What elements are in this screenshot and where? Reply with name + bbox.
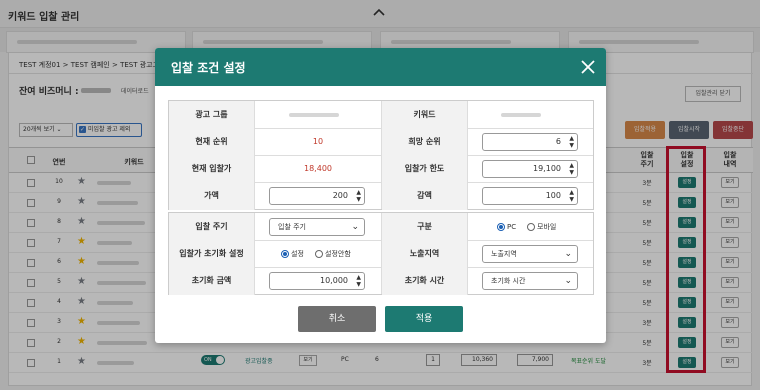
decrease-stepper[interactable]: 100 ▲ ▼ bbox=[482, 187, 578, 205]
stepper-arrows-icon[interactable]: ▲ ▼ bbox=[569, 135, 574, 149]
rank-bid-table: 광고 그룹 키워드 현재 순위 10 희망 순위 6 ▲ ▼ 현재 입찰가 18,4… bbox=[168, 100, 594, 210]
reset-amount-stepper[interactable]: 10,000 ▲ ▼ bbox=[269, 272, 365, 290]
device-radio-pc[interactable]: PC bbox=[497, 213, 516, 241]
ad-group-label: 광고 그룹 bbox=[169, 101, 255, 129]
device-pc-label: PC bbox=[507, 223, 517, 231]
bid-limit-value: 19,100 bbox=[533, 164, 561, 173]
increase-label: 가액 bbox=[169, 182, 255, 210]
exposure-value: 노출지역 bbox=[491, 250, 517, 258]
radio-icon bbox=[527, 223, 535, 231]
stepper-arrows-icon[interactable]: ▲ ▼ bbox=[356, 274, 361, 288]
reset-time-label: 초기화 시간 bbox=[382, 267, 468, 295]
current-bid-value: 18,400 bbox=[304, 164, 332, 173]
reset-off-label: 설정안함 bbox=[325, 250, 351, 258]
stepper-arrows-icon[interactable]: ▲ ▼ bbox=[569, 189, 574, 203]
target-rank-label: 희망 순위 bbox=[382, 128, 468, 156]
modal-header: 입찰 조건 설정 bbox=[155, 48, 606, 86]
radio-selected-icon bbox=[281, 250, 289, 258]
stepper-arrows-icon[interactable]: ▲ ▼ bbox=[356, 189, 361, 203]
current-rank-value: 10 bbox=[312, 137, 324, 146]
ad-group-value bbox=[289, 113, 339, 117]
reset-amount-label: 초기화 금액 bbox=[169, 267, 255, 295]
device-label: 구분 bbox=[382, 213, 468, 241]
bid-limit-label: 입찰가 한도 bbox=[382, 155, 468, 183]
device-mobile-label: 모바일 bbox=[537, 223, 557, 231]
close-icon[interactable] bbox=[580, 54, 596, 79]
reset-on-label: 설정 bbox=[291, 250, 304, 258]
chevron-down-icon: ⌄ bbox=[564, 249, 572, 259]
increase-value: 200 bbox=[332, 191, 348, 200]
keyword-label: 키워드 bbox=[382, 101, 468, 129]
target-rank-stepper[interactable]: 6 ▲ ▼ bbox=[482, 133, 578, 151]
stepper-arrows-icon[interactable]: ▲ ▼ bbox=[569, 162, 574, 176]
modal-title: 입찰 조건 설정 bbox=[171, 61, 246, 75]
device-radio-mobile[interactable]: 모바일 bbox=[527, 213, 556, 241]
decrease-label: 감액 bbox=[382, 182, 468, 210]
current-rank-label: 현재 순위 bbox=[169, 128, 255, 156]
options-table: 입찰 주기 입찰 주기 ⌄ 구분 PC 모바일 입찰가 초기화 설정 설정 설정안… bbox=[168, 212, 594, 295]
cycle-select[interactable]: 입찰 주기 ⌄ bbox=[269, 218, 365, 236]
current-bid-label: 현재 입찰가 bbox=[169, 155, 255, 183]
keyword-value bbox=[501, 113, 541, 117]
cancel-button[interactable]: 취소 bbox=[298, 306, 376, 332]
reset-radio-off[interactable]: 설정안함 bbox=[315, 240, 351, 268]
increase-stepper[interactable]: 200 ▲ ▼ bbox=[269, 187, 365, 205]
reset-time-select[interactable]: 초기화 시간 ⌄ bbox=[482, 272, 578, 290]
bid-limit-stepper[interactable]: 19,100 ▲ ▼ bbox=[482, 160, 578, 178]
apply-button[interactable]: 적용 bbox=[385, 306, 463, 332]
bid-condition-modal: 입찰 조건 설정 광고 그룹 키워드 현재 순위 10 희망 순위 6 ▲ ▼ 현재… bbox=[155, 48, 606, 343]
decrease-value: 100 bbox=[545, 191, 561, 200]
target-rank-value: 6 bbox=[555, 137, 561, 146]
page: 키워드 입찰 관리 TEST 계정01 > TEST 캠페인 > TEST 광고… bbox=[0, 0, 760, 390]
chevron-down-icon: ⌄ bbox=[564, 276, 572, 286]
cycle-value: 입찰 주기 bbox=[278, 223, 306, 231]
radio-selected-icon bbox=[497, 223, 505, 231]
reset-label: 입찰가 초기화 설정 bbox=[169, 240, 255, 268]
chevron-down-icon: ⌄ bbox=[351, 222, 359, 232]
exposure-label: 노출지역 bbox=[382, 240, 468, 268]
exposure-select[interactable]: 노출지역 ⌄ bbox=[482, 245, 578, 263]
reset-time-value: 초기화 시간 bbox=[491, 277, 526, 285]
cycle-label: 입찰 주기 bbox=[169, 213, 255, 241]
reset-amount-value: 10,000 bbox=[320, 276, 348, 285]
radio-icon bbox=[315, 250, 323, 258]
reset-radio-on[interactable]: 설정 bbox=[281, 240, 304, 268]
